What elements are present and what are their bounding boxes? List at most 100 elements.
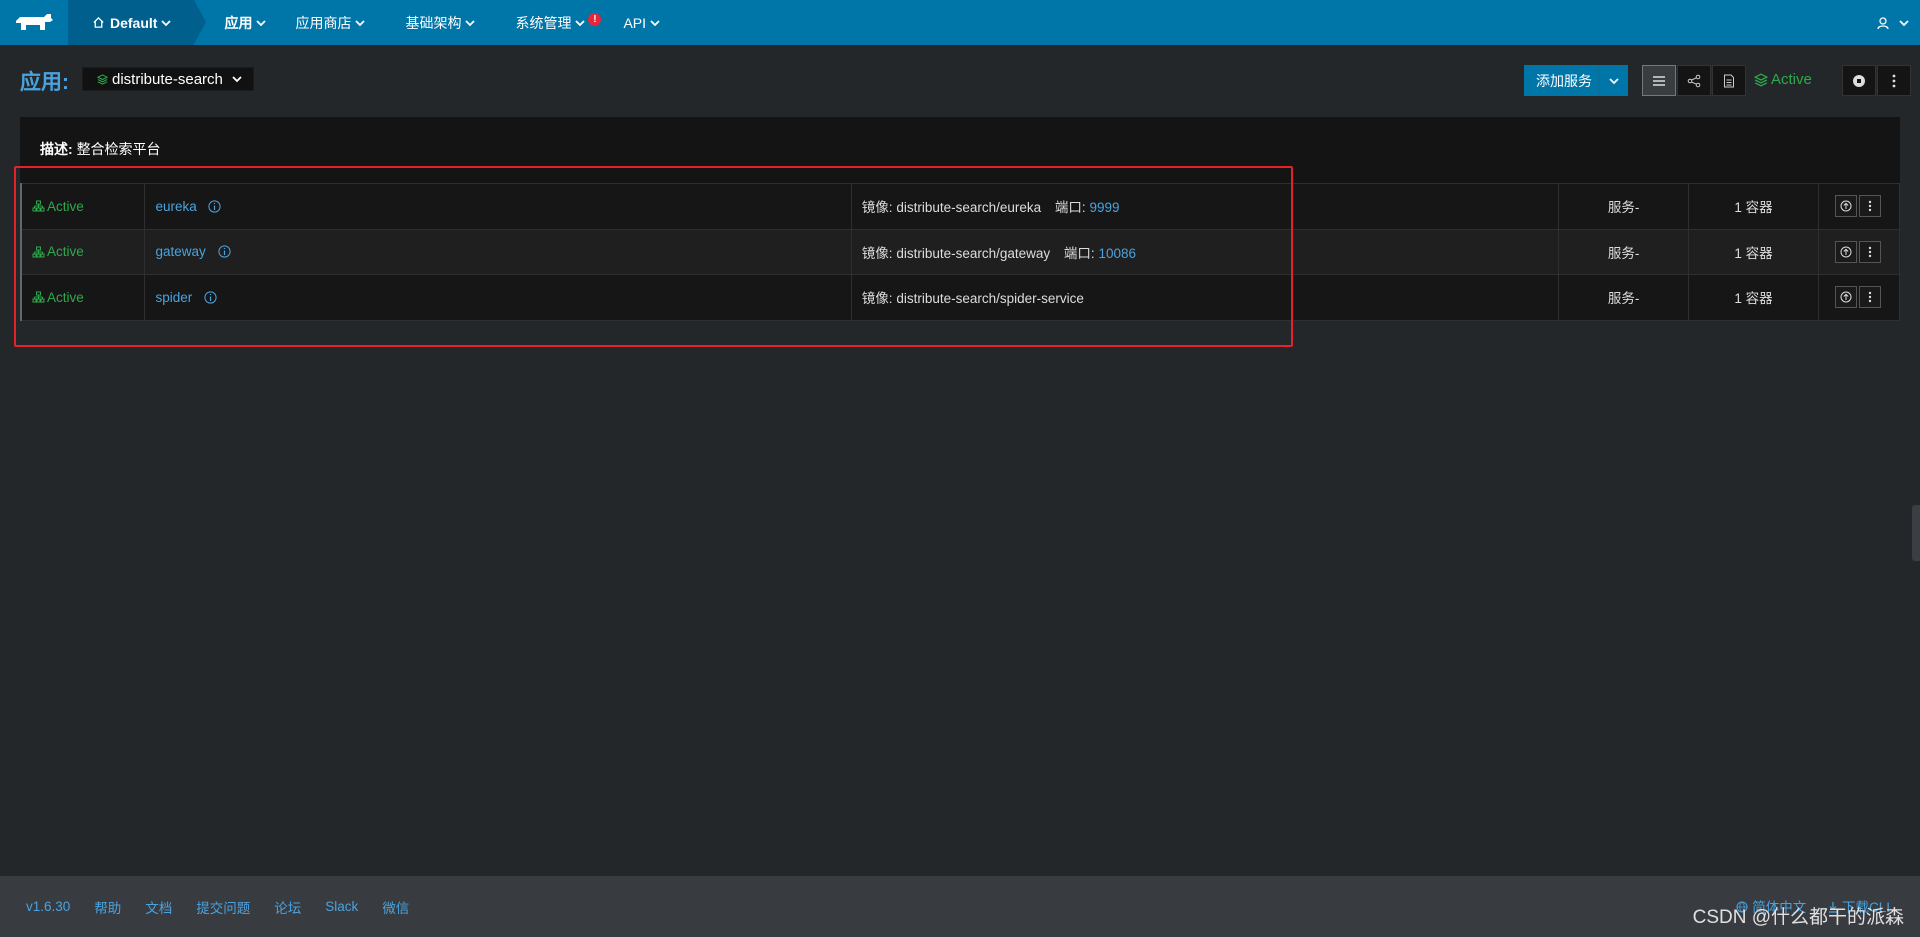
- chevron-down-icon: [355, 19, 366, 26]
- row-more-button[interactable]: [1858, 240, 1881, 263]
- upgrade-icon: [1840, 291, 1852, 303]
- image-label: 镜像:: [861, 245, 893, 261]
- upgrade-icon: [1840, 200, 1852, 212]
- service-name-link[interactable]: eureka: [155, 199, 196, 214]
- add-service-label: 添加服务: [1536, 72, 1592, 89]
- service-state: Active: [21, 183, 146, 229]
- home-icon: [93, 16, 104, 28]
- footer-link-slack[interactable]: Slack: [325, 899, 358, 914]
- list-view-button[interactable]: [1642, 65, 1676, 96]
- stack-actions: [1842, 65, 1912, 96]
- footer-link-docs[interactable]: 文档: [145, 897, 172, 917]
- image-label: 镜像:: [861, 291, 893, 307]
- service-state-label: Active: [47, 244, 84, 260]
- stop-stack-button[interactable]: [1842, 65, 1876, 96]
- stack-name: distribute-search: [112, 70, 223, 88]
- stack-detail-panel: 描述: 整合检索平台 Active eureka 镜像: distribute-…: [20, 117, 1901, 321]
- document-icon: [1724, 74, 1734, 87]
- page-title: 应用:: [20, 71, 69, 94]
- rancher-logo-icon: [16, 13, 53, 30]
- service-name-cell: eureka: [144, 183, 852, 229]
- image-value: distribute-search/spider-service: [896, 291, 1084, 307]
- service-kind: 服务-: [1558, 274, 1690, 320]
- chevron-down-icon: [256, 19, 267, 26]
- service-icon: [32, 246, 45, 258]
- service-name-link[interactable]: spider: [155, 290, 192, 305]
- more-actions-button[interactable]: [1877, 65, 1911, 96]
- chevron-down-icon: [161, 19, 172, 26]
- row-actions: [1818, 183, 1901, 229]
- service-icon: [32, 291, 45, 303]
- stack-header: 应用: distribute-search 添加服务 Active: [20, 62, 1911, 102]
- nav-item-label: 应用商店: [295, 14, 352, 31]
- graph-view-button[interactable]: [1677, 65, 1711, 96]
- table-row[interactable]: Active spider 镜像: distribute-search/spid…: [21, 274, 1901, 320]
- info-icon[interactable]: [217, 245, 231, 258]
- nav-item-api[interactable]: API: [623, 0, 661, 45]
- port-link[interactable]: 10086: [1098, 246, 1136, 261]
- chevron-down-icon: [1608, 77, 1619, 84]
- upgrade-button[interactable]: [1834, 240, 1857, 263]
- info-icon[interactable]: [204, 291, 217, 304]
- stack-icon: [1754, 72, 1768, 87]
- kebab-menu-icon: [1868, 292, 1872, 303]
- container-count: 1 容器: [1688, 274, 1819, 320]
- table-row[interactable]: Active eureka 镜像: distribute-search/eure…: [21, 183, 1901, 229]
- info-icon[interactable]: [208, 200, 222, 213]
- footer-link-forum[interactable]: 论坛: [274, 897, 301, 917]
- rancher-logo[interactable]: [0, 0, 68, 45]
- upgrade-icon: [1840, 246, 1852, 258]
- view-mode-toggle: [1642, 65, 1747, 96]
- list-icon: [1653, 75, 1665, 86]
- version-link[interactable]: v1.6.30: [26, 899, 70, 914]
- upgrade-button[interactable]: [1834, 286, 1857, 309]
- row-more-button[interactable]: [1858, 286, 1881, 309]
- row-actions: [1818, 274, 1901, 320]
- scrollbar-handle[interactable]: [1912, 505, 1920, 561]
- table-row[interactable]: Active gateway 镜像: distribute-search/gat…: [21, 229, 1901, 275]
- chevron-down-icon: [575, 19, 586, 26]
- service-image-cell: 镜像: distribute-search/gateway 端口: 10086: [851, 229, 1560, 275]
- nav-item-apps[interactable]: 应用: [224, 0, 267, 45]
- service-image-cell: 镜像: distribute-search/spider-service: [851, 274, 1560, 320]
- service-name-link[interactable]: gateway: [155, 244, 205, 259]
- compose-file-button[interactable]: [1712, 65, 1746, 96]
- description-label: 描述:: [40, 141, 73, 157]
- image-label: 镜像:: [861, 200, 893, 216]
- footer-link-help[interactable]: 帮助: [94, 897, 121, 917]
- chevron-down-icon: [232, 76, 242, 83]
- port-link[interactable]: 9999: [1089, 200, 1119, 215]
- user-icon: [1877, 16, 1889, 29]
- add-service-button[interactable]: 添加服务: [1524, 65, 1628, 96]
- services-table: Active eureka 镜像: distribute-search/eure…: [20, 183, 1901, 321]
- service-state: Active: [21, 229, 146, 275]
- stack-icon: [97, 73, 108, 85]
- nav-item-label: 基础架构: [405, 14, 462, 31]
- service-state-label: Active: [47, 289, 84, 305]
- upgrade-button[interactable]: [1834, 195, 1857, 218]
- container-count: 1 容器: [1688, 183, 1819, 229]
- add-service-dropdown[interactable]: [1598, 65, 1628, 96]
- nav-item-catalog[interactable]: 应用商店: [295, 0, 366, 45]
- nav-item-infrastructure[interactable]: 基础架构: [405, 0, 476, 45]
- row-more-button[interactable]: [1858, 195, 1881, 218]
- image-value: distribute-search/eureka: [896, 200, 1042, 216]
- container-count: 1 容器: [1688, 229, 1819, 275]
- service-state-label: Active: [47, 198, 84, 214]
- chevron-down-icon: [465, 19, 476, 26]
- watermark: CSDN @什么都干的派森: [1692, 907, 1904, 928]
- footer-link-wechat[interactable]: 微信: [382, 897, 409, 917]
- kebab-menu-icon: [1868, 246, 1872, 257]
- chevron-down-icon: [650, 19, 660, 26]
- nav-item-admin[interactable]: 系统管理 !: [515, 0, 602, 45]
- service-kind: 服务-: [1558, 183, 1690, 229]
- user-menu[interactable]: [1876, 0, 1910, 45]
- footer-link-issue[interactable]: 提交问题: [196, 897, 250, 917]
- port-label: 端口:: [1054, 200, 1086, 216]
- top-nav: Default 应用 应用商店 基础架构 系统管理 ! API: [0, 0, 1920, 45]
- environment-label: Default: [110, 14, 158, 31]
- stack-selector[interactable]: distribute-search: [82, 67, 254, 91]
- environment-switcher[interactable]: Default: [68, 0, 207, 45]
- service-name-cell: gateway: [144, 229, 852, 275]
- kebab-menu-icon: [1868, 201, 1872, 212]
